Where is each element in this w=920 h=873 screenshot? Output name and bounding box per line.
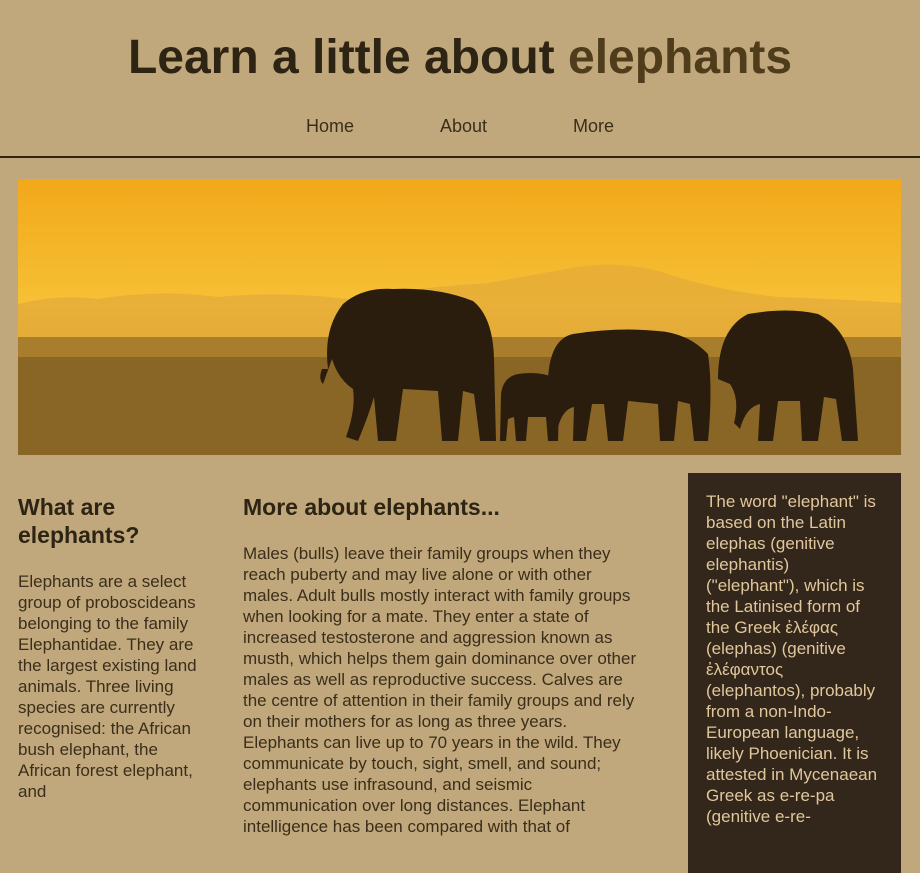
main-nav: Home About More	[0, 116, 920, 156]
section-more-about-elephants: More about elephants... Males (bulls) le…	[243, 493, 643, 837]
section-body: Males (bulls) leave their family groups …	[243, 544, 637, 836]
banner-image	[18, 179, 901, 455]
aside-body: The word "elephant" is based on the Lati…	[706, 492, 878, 826]
section-body: Elephants are a select group of probosci…	[18, 572, 197, 801]
nav-more-link[interactable]: More	[573, 116, 614, 156]
etymology-aside: The word "elephant" is based on the Lati…	[688, 473, 901, 873]
nav-about-link[interactable]: About	[440, 116, 487, 156]
section-heading: What are elephants?	[18, 494, 140, 548]
page-title-accent: elephants	[568, 31, 793, 84]
page-title: Learn a little about elephants	[0, 0, 920, 86]
section-what-are-elephants: What are elephants? Elephants are a sele…	[18, 493, 198, 802]
header-divider	[0, 156, 920, 158]
page-title-main: Learn a little about	[127, 31, 568, 84]
site-header: Learn a little about elephants Home Abou…	[0, 0, 920, 156]
elephants-sunset-image	[18, 179, 901, 455]
section-heading: More about elephants...	[243, 494, 500, 520]
nav-home-link[interactable]: Home	[306, 116, 354, 156]
